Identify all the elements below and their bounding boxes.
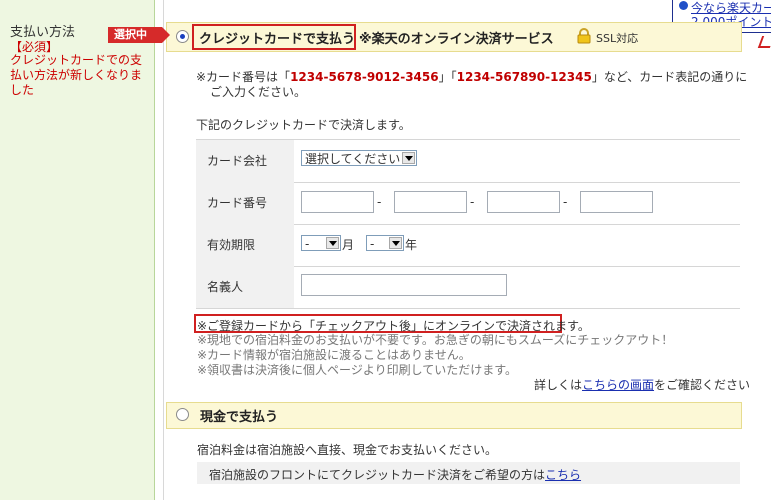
front-desk-link[interactable]: こちら	[545, 468, 581, 482]
card-number-input-1[interactable]	[301, 191, 374, 213]
details-link[interactable]: こちらの画面	[582, 378, 654, 392]
expiry-month-value: -	[305, 237, 310, 251]
callout-pointer-icon	[757, 36, 771, 48]
credit-option-radio[interactable]	[176, 30, 189, 43]
fine-note: ※領収書は決済後に個人ページより印刷していただけます。	[197, 363, 518, 377]
card-number-dash: -	[470, 195, 475, 209]
card-number-input-4[interactable]	[580, 191, 653, 213]
card-example-2: 1234-567890-12345	[456, 70, 592, 84]
card-number-input-3[interactable]	[487, 191, 560, 213]
expiry-year-select[interactable]: -	[366, 235, 404, 251]
payment-change-note: クレジットカードでの支払い方法が新しくなりました	[10, 53, 143, 97]
expiry-month-select[interactable]: -	[301, 235, 341, 251]
card-number-dash: -	[563, 195, 568, 209]
lock-icon	[577, 28, 591, 44]
cash-option-radio[interactable]	[176, 408, 189, 421]
chevron-down-icon	[402, 152, 415, 164]
year-unit: 年	[405, 238, 418, 252]
more-info-text: 詳しくはこちらの画面をご確認ください	[534, 378, 751, 392]
left-label-column: 支払い方法 【必須】 クレジットカードでの支払い方法が新しくなりました	[0, 0, 155, 500]
month-unit: 月	[342, 238, 355, 252]
card-form-table: カード会社 選択してください カード番号 - - - 有効期限 - 月 - 年 …	[196, 139, 740, 309]
column-divider	[155, 0, 164, 500]
card-number-row: カード番号 - - -	[196, 182, 740, 225]
card-company-select[interactable]: 選択してください	[301, 150, 417, 166]
card-number-dash: -	[377, 195, 382, 209]
selected-badge: 選択中	[108, 27, 170, 43]
online-payment-service-label: ※楽天のオンライン決済サービス	[359, 32, 554, 47]
cash-option-label[interactable]: 現金で支払う	[200, 406, 278, 425]
card-number-input-2[interactable]	[394, 191, 467, 213]
arrow-bullet-icon	[679, 1, 688, 10]
expiry-year-value: -	[370, 237, 375, 251]
credit-option-label[interactable]: クレジットカードで支払う	[199, 28, 355, 47]
card-example-1: 1234-5678-9012-3456	[290, 70, 439, 84]
card-number-note-line2: ご入力ください。	[210, 85, 307, 99]
card-company-value: 選択してください	[305, 152, 401, 166]
expiry-label: 有効期限	[196, 224, 294, 266]
chevron-down-icon	[326, 237, 339, 249]
holder-label: 名義人	[196, 266, 294, 308]
ssl-label: SSL対応	[596, 32, 639, 45]
card-number-label: カード番号	[196, 182, 294, 224]
holder-row: 名義人	[196, 266, 740, 309]
card-company-row: カード会社 選択してください	[196, 140, 740, 183]
payment-decision-text: 下記のクレジットカードで決済します。	[196, 118, 411, 132]
card-company-label: カード会社	[196, 140, 294, 182]
front-desk-card-text: 宿泊施設のフロントにてクレジットカード決済をご希望の方はこちら	[209, 468, 582, 482]
expiry-row: 有効期限 - 月 - 年	[196, 224, 740, 267]
cash-payment-text: 宿泊料金は宿泊施設へ直接、現金でお支払いください。	[197, 443, 498, 457]
card-holder-input[interactable]	[301, 274, 507, 296]
chevron-down-icon	[389, 237, 402, 249]
